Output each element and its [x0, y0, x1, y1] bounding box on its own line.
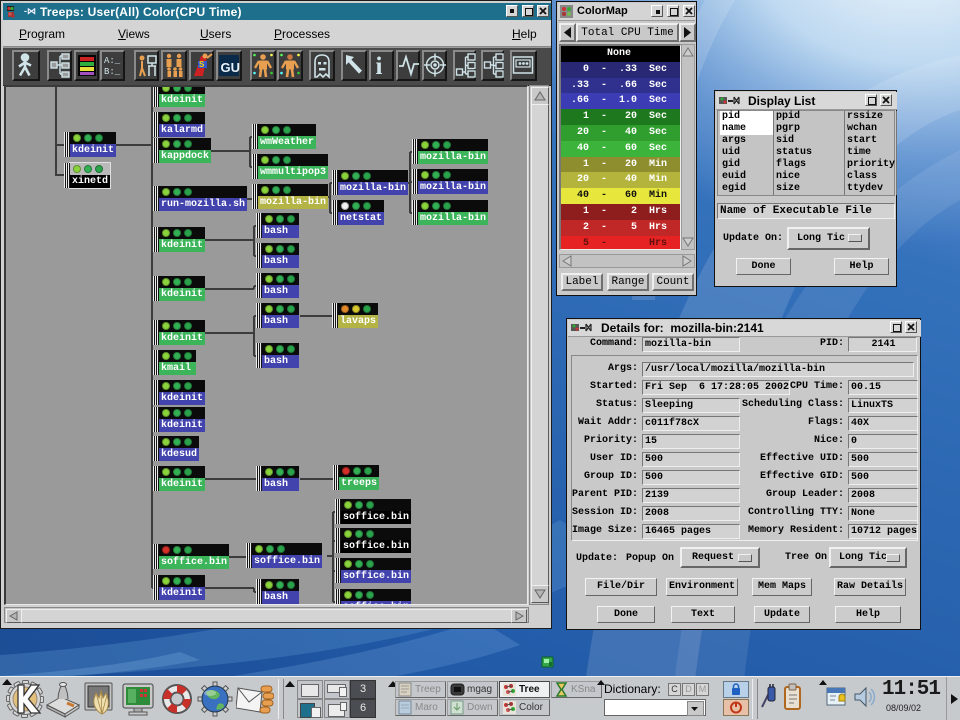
svg-text:S: S — [199, 60, 205, 69]
svg-text:GU: GU — [221, 60, 241, 75]
svg-text:i: i — [376, 53, 383, 79]
svg-text:B:_: B:_ — [104, 67, 121, 77]
svg-text:A:_: A:_ — [104, 56, 121, 66]
